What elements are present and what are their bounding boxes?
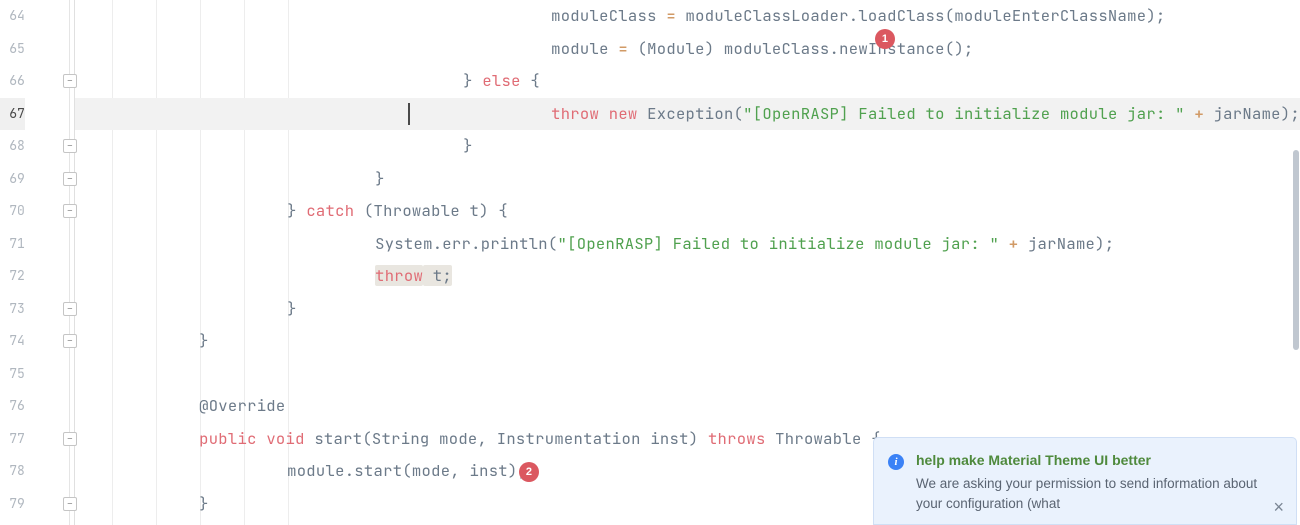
token: module [551, 38, 618, 59]
token: { [521, 70, 540, 91]
info-icon: i [888, 454, 904, 470]
line-number: 69 [0, 163, 25, 196]
line-number: 76 [0, 390, 25, 423]
code-line[interactable]: System.err.println("[OpenRASP] Failed to… [75, 228, 1300, 261]
line-number: 75 [0, 358, 25, 391]
token [257, 428, 267, 449]
token: void [266, 428, 304, 449]
token: } [199, 493, 209, 514]
token: t; [423, 265, 452, 286]
code-line[interactable]: } else { [75, 65, 1300, 98]
token: Throwable { [766, 428, 881, 449]
inspection-badge[interactable]: 1 [875, 29, 895, 49]
token: = [666, 5, 676, 26]
token: "[OpenRASP] Failed to initialize module … [743, 103, 1185, 124]
token: catch [306, 200, 354, 221]
token: new [609, 103, 638, 124]
token: = [618, 38, 628, 59]
code-line[interactable]: module = (Module) moduleClass.newInstanc… [75, 33, 1300, 66]
code-line[interactable]: throw t; [75, 260, 1300, 293]
line-number: 73 [0, 293, 25, 326]
line-number: 78 [0, 455, 25, 488]
token: Exception( [638, 103, 744, 124]
token: else [482, 70, 520, 91]
line-number: 67 [0, 98, 25, 131]
token: start(String mode, Instrumentation inst) [305, 428, 708, 449]
scroll-thumb[interactable] [1293, 150, 1299, 350]
token: } [199, 330, 209, 351]
token [999, 233, 1009, 254]
token: jarName); [1018, 233, 1114, 254]
line-number: 77 [0, 423, 25, 456]
line-number-gutter: 64656667686970717273747576777879 [0, 0, 29, 525]
token: } [463, 135, 473, 156]
line-number: 79 [0, 488, 25, 521]
code-line[interactable]: } [75, 293, 1300, 326]
token: } [287, 200, 306, 221]
token: + [1009, 233, 1019, 254]
line-number: 72 [0, 260, 25, 293]
close-icon[interactable]: × [1273, 497, 1284, 518]
code-line[interactable]: moduleClass = moduleClassLoader.loadClas… [75, 0, 1300, 33]
token: System.err.println( [375, 233, 557, 254]
token: moduleClassLoader.loadClass(moduleEnterC… [676, 5, 1166, 26]
line-number: 64 [0, 0, 25, 33]
line-number: 65 [0, 33, 25, 66]
code-line[interactable]: } [75, 325, 1300, 358]
code-line[interactable]: @Override [75, 390, 1300, 423]
line-number: 70 [0, 195, 25, 228]
token: } [375, 168, 385, 189]
line-number: 74 [0, 325, 25, 358]
token: throw [551, 103, 599, 124]
token [1185, 103, 1195, 124]
code-line[interactable]: } catch (Throwable t) { [75, 195, 1300, 228]
token: throw [375, 265, 423, 286]
token: moduleClass [551, 5, 666, 26]
token: throws [708, 428, 766, 449]
token: (Throwable t) { [354, 200, 508, 221]
notification-popup[interactable]: i help make Material Theme UI better We … [873, 437, 1297, 525]
token: "[OpenRASP] Failed to initialize module … [558, 233, 1000, 254]
code-line[interactable]: } [75, 130, 1300, 163]
code-line[interactable]: throw new Exception("[OpenRASP] Failed t… [75, 98, 1300, 131]
code-line[interactable]: } [75, 163, 1300, 196]
line-number: 68 [0, 130, 25, 163]
line-number: 71 [0, 228, 25, 261]
code-line[interactable] [75, 358, 1300, 391]
notification-body: We are asking your permission to send in… [916, 474, 1278, 515]
token: (Module) moduleClass.newInstance(); [628, 38, 974, 59]
token: } [287, 298, 297, 319]
token [599, 103, 609, 124]
inspection-badge[interactable]: 2 [519, 462, 539, 482]
token: module.start(mode, inst); [287, 460, 527, 481]
token: jarName); [1204, 103, 1300, 124]
line-number: 66 [0, 65, 25, 98]
token: } [463, 70, 482, 91]
token: @Override [199, 395, 285, 416]
fold-column[interactable]: –––––––– [29, 0, 75, 525]
notification-title: help make Material Theme UI better [916, 452, 1278, 468]
token: + [1194, 103, 1204, 124]
token: public [199, 428, 257, 449]
text-caret [408, 103, 410, 125]
